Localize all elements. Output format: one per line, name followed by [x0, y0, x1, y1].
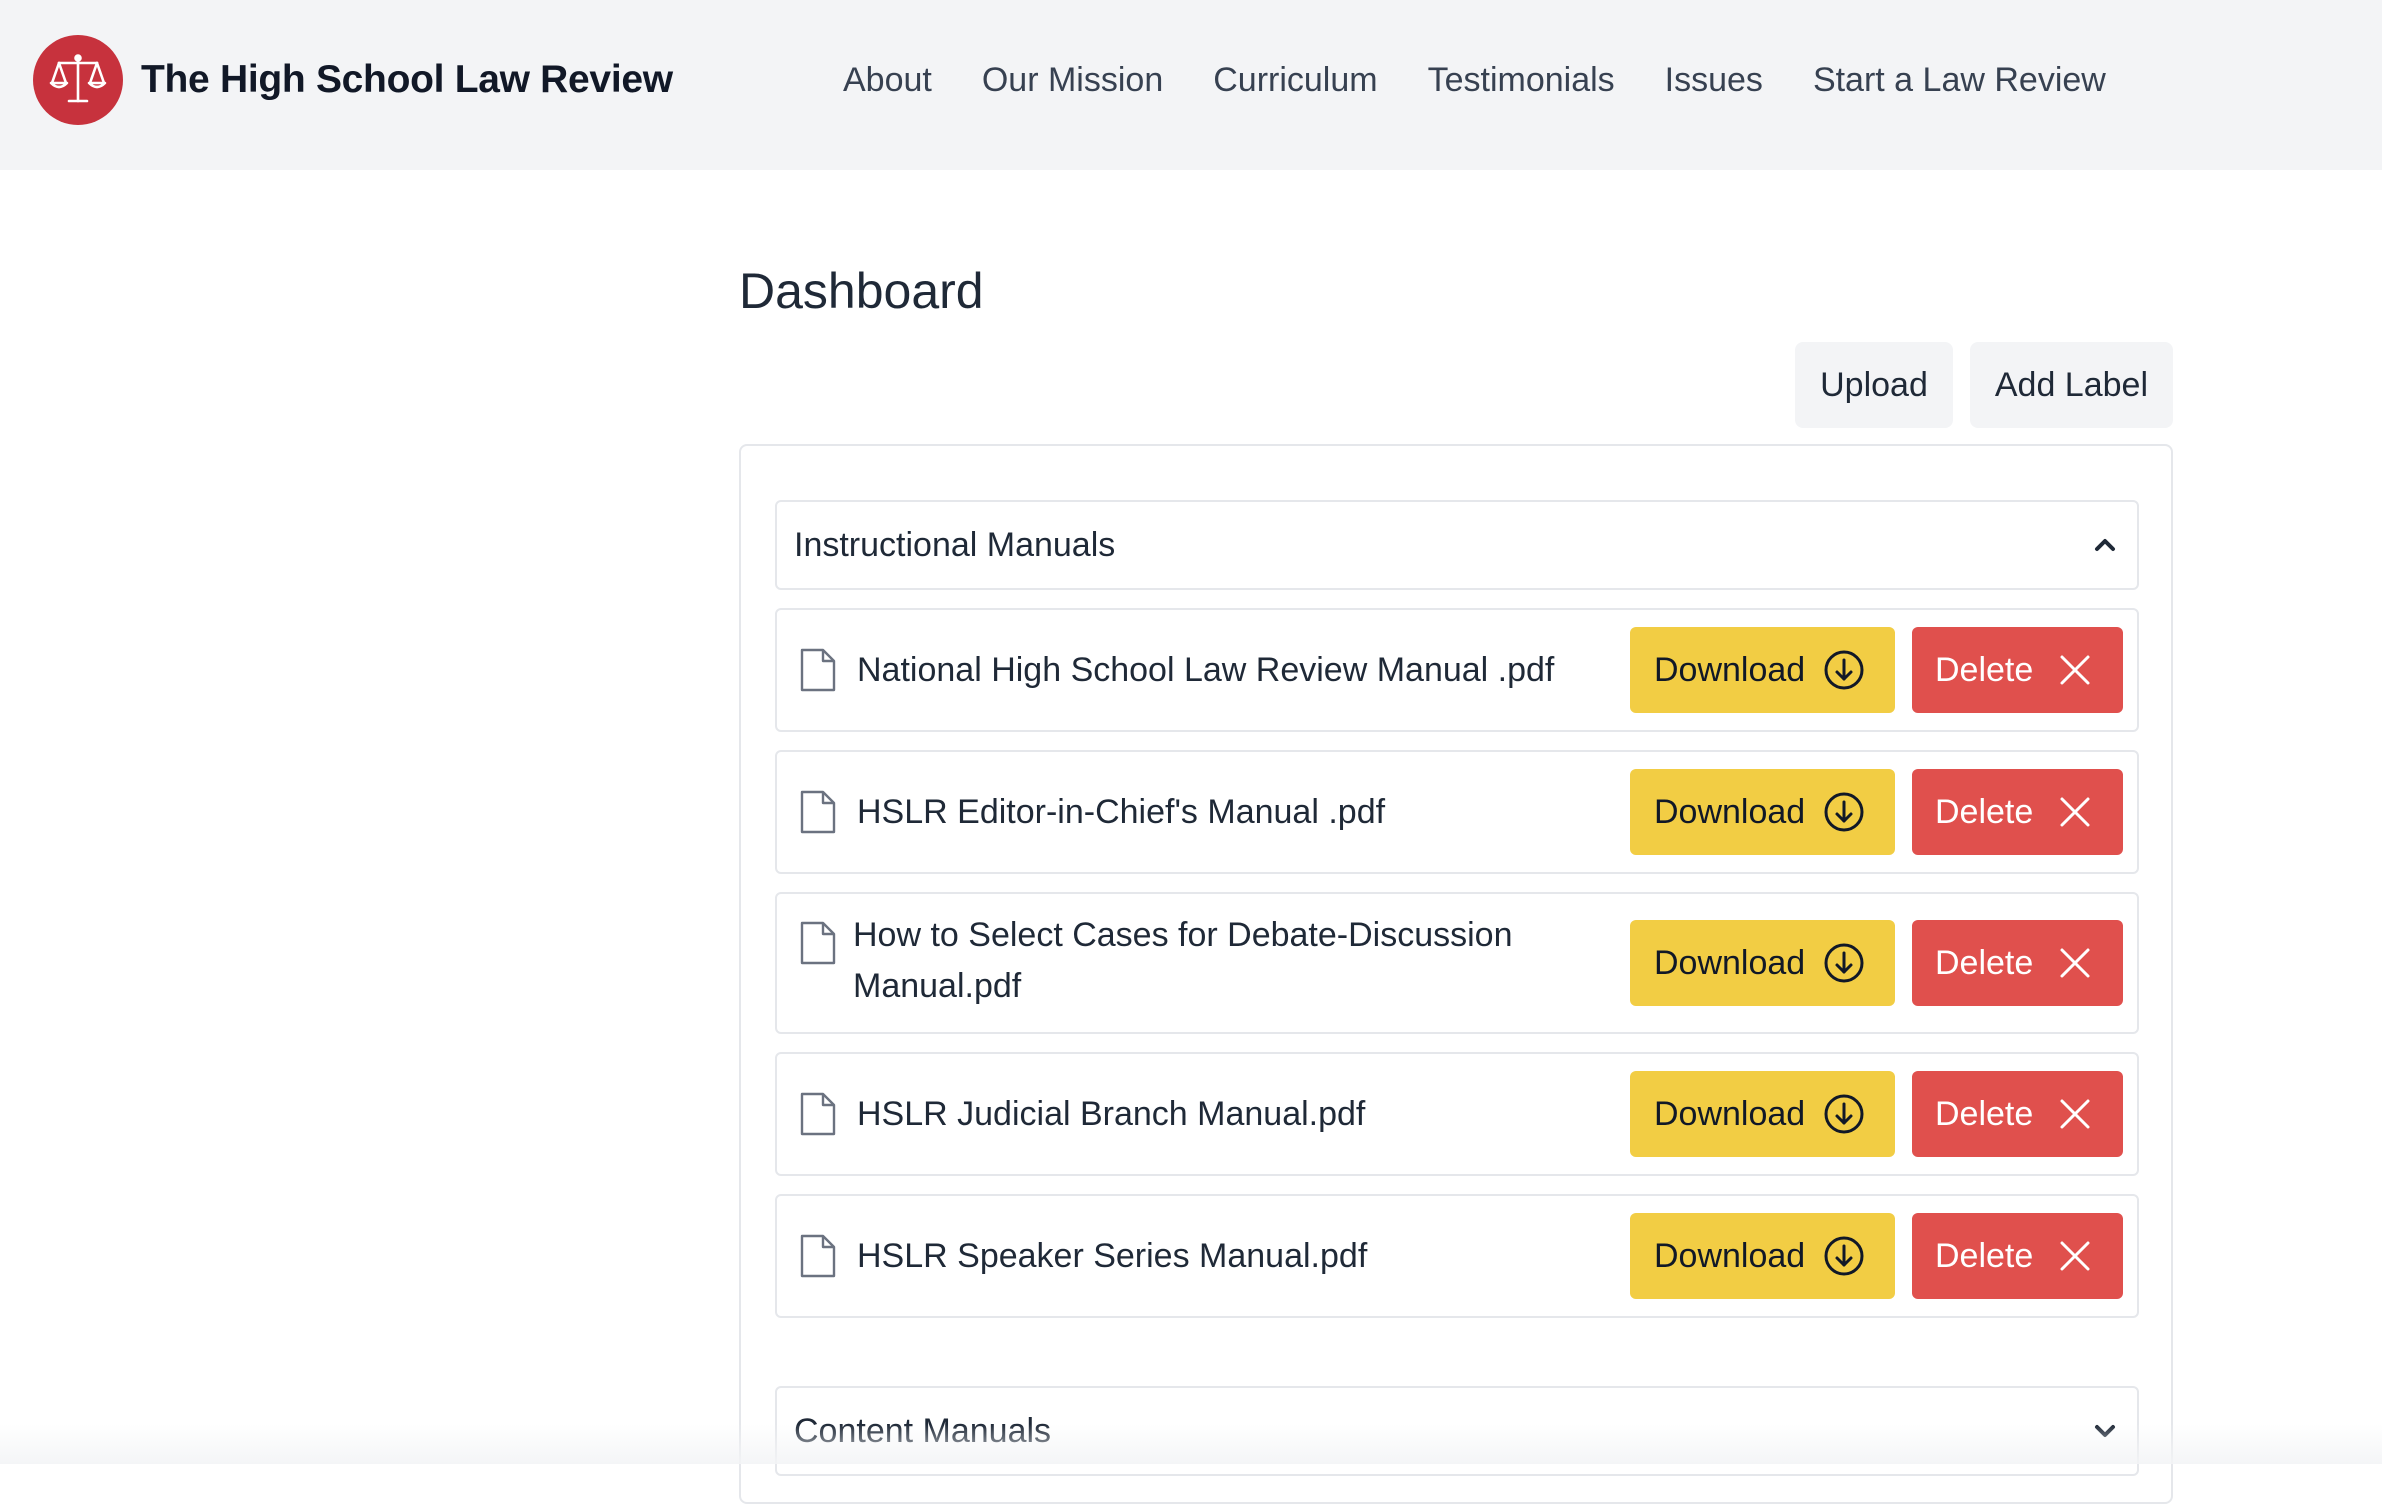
delete-label: Delete: [1935, 1237, 2033, 1276]
arrow-down-circle-icon: [1823, 791, 1865, 833]
file-name: National High School Law Review Manual .…: [857, 644, 1554, 696]
section-label: Instructional Manuals: [794, 526, 1115, 565]
download-button[interactable]: Download: [1630, 769, 1895, 855]
arrow-down-circle-icon: [1823, 1235, 1865, 1277]
file-icon: [799, 1233, 837, 1279]
download-label: Download: [1654, 944, 1805, 983]
file-row: HSLR Editor-in-Chief's Manual .pdf Downl…: [775, 750, 2139, 874]
delete-button[interactable]: Delete: [1912, 1213, 2123, 1299]
close-icon: [2059, 654, 2091, 686]
nav-issues[interactable]: Issues: [1665, 61, 1763, 100]
close-icon: [2059, 947, 2091, 979]
nav-curriculum[interactable]: Curriculum: [1213, 61, 1377, 100]
close-icon: [2059, 1098, 2091, 1130]
section-label: Content Manuals: [794, 1412, 1051, 1451]
delete-label: Delete: [1935, 1095, 2033, 1134]
delete-label: Delete: [1935, 651, 2033, 690]
delete-button[interactable]: Delete: [1912, 1071, 2123, 1157]
delete-label: Delete: [1935, 793, 2033, 832]
file-name: HSLR Speaker Series Manual.pdf: [857, 1230, 1367, 1282]
close-icon: [2059, 1240, 2091, 1272]
nav-testimonials[interactable]: Testimonials: [1428, 61, 1615, 100]
brand-link[interactable]: The High School Law Review: [33, 33, 673, 127]
file-icon: [799, 789, 837, 835]
nav-about[interactable]: About: [843, 61, 932, 100]
delete-label: Delete: [1935, 944, 2033, 983]
chevron-up-icon: [2089, 529, 2121, 561]
main-nav: About Our Mission Curriculum Testimonial…: [843, 55, 2106, 105]
delete-button[interactable]: Delete: [1912, 769, 2123, 855]
dashboard-actions: Upload Add Label: [1795, 342, 2173, 428]
delete-button[interactable]: Delete: [1912, 920, 2123, 1006]
arrow-down-circle-icon: [1823, 649, 1865, 691]
file-name-line-2: Manual.pdf: [853, 960, 1021, 1012]
add-label-button[interactable]: Add Label: [1970, 342, 2173, 428]
brand-name: The High School Law Review: [141, 58, 673, 102]
file-icon: [799, 1091, 837, 1137]
file-row: How to Select Cases for Debate-Discussio…: [775, 892, 2139, 1034]
download-button[interactable]: Download: [1630, 1213, 1895, 1299]
nav-our-mission[interactable]: Our Mission: [982, 61, 1163, 100]
chevron-down-icon: [2089, 1415, 2121, 1447]
files-panel: Instructional Manuals National High Scho…: [739, 444, 2173, 1504]
close-icon: [2059, 796, 2091, 828]
file-name: How to Select Cases for Debate-Discussio…: [853, 909, 1513, 961]
file-row: HSLR Judicial Branch Manual.pdf Download…: [775, 1052, 2139, 1176]
arrow-down-circle-icon: [1823, 942, 1865, 984]
file-icon: [799, 920, 837, 966]
file-name: HSLR Editor-in-Chief's Manual .pdf: [857, 786, 1385, 838]
download-button[interactable]: Download: [1630, 920, 1895, 1006]
nav-start-a-law-review[interactable]: Start a Law Review: [1813, 61, 2106, 100]
download-label: Download: [1654, 1095, 1805, 1134]
upload-button[interactable]: Upload: [1795, 342, 1953, 428]
download-label: Download: [1654, 793, 1805, 832]
delete-button[interactable]: Delete: [1912, 627, 2123, 713]
section-header-instructional-manuals[interactable]: Instructional Manuals: [775, 500, 2139, 590]
file-icon: [799, 647, 837, 693]
arrow-down-circle-icon: [1823, 1093, 1865, 1135]
page-title: Dashboard: [739, 262, 984, 320]
download-label: Download: [1654, 651, 1805, 690]
file-row: HSLR Speaker Series Manual.pdf Download …: [775, 1194, 2139, 1318]
scales-of-justice-icon: [33, 35, 123, 125]
download-button[interactable]: Download: [1630, 1071, 1895, 1157]
download-label: Download: [1654, 1237, 1805, 1276]
download-button[interactable]: Download: [1630, 627, 1895, 713]
file-row: National High School Law Review Manual .…: [775, 608, 2139, 732]
file-name: HSLR Judicial Branch Manual.pdf: [857, 1088, 1365, 1140]
site-header: The High School Law Review About Our Mis…: [0, 0, 2382, 170]
section-header-content-manuals[interactable]: Content Manuals: [775, 1386, 2139, 1476]
